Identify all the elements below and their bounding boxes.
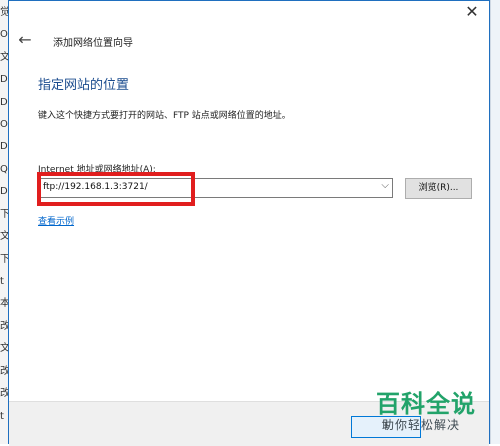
background-fragment: D xyxy=(0,74,8,85)
background-fragment: t xyxy=(0,411,4,422)
page-heading: 指定网站的位置 xyxy=(38,78,130,93)
chevron-down-icon[interactable]: ⌵ xyxy=(381,180,389,191)
watermark-title: 百科全说 xyxy=(376,390,476,418)
background-fragment: t xyxy=(0,276,4,287)
view-examples-link[interactable]: 查看示例 xyxy=(38,214,74,227)
back-arrow-icon[interactable]: ← xyxy=(15,31,35,49)
background-fragment: D xyxy=(0,141,8,152)
background-fragment: D xyxy=(0,97,8,108)
background-window-right xyxy=(490,0,500,444)
browse-button[interactable]: 浏览(R)... xyxy=(405,178,472,199)
instruction-text: 键入这个快捷方式要打开的网站、FTP 站点或网络位置的地址。 xyxy=(38,111,291,121)
background-fragment: D xyxy=(0,186,8,197)
wizard-title: 添加网络位置向导 xyxy=(53,38,133,49)
add-network-location-dialog: ✕ ← 添加网络位置向导 指定网站的位置 键入这个快捷方式要打开的网站、FTP … xyxy=(8,0,490,446)
background-fragment: O xyxy=(0,29,8,40)
close-button[interactable]: ✕ xyxy=(457,1,487,25)
background-fragment: Q xyxy=(0,164,8,175)
watermark-logo: 百科全说 助你轻松解决 xyxy=(372,384,490,440)
watermark-subtitle: 助你轻松解决 xyxy=(382,418,461,432)
background-fragment: O xyxy=(0,119,8,130)
red-highlight-box xyxy=(37,172,195,206)
